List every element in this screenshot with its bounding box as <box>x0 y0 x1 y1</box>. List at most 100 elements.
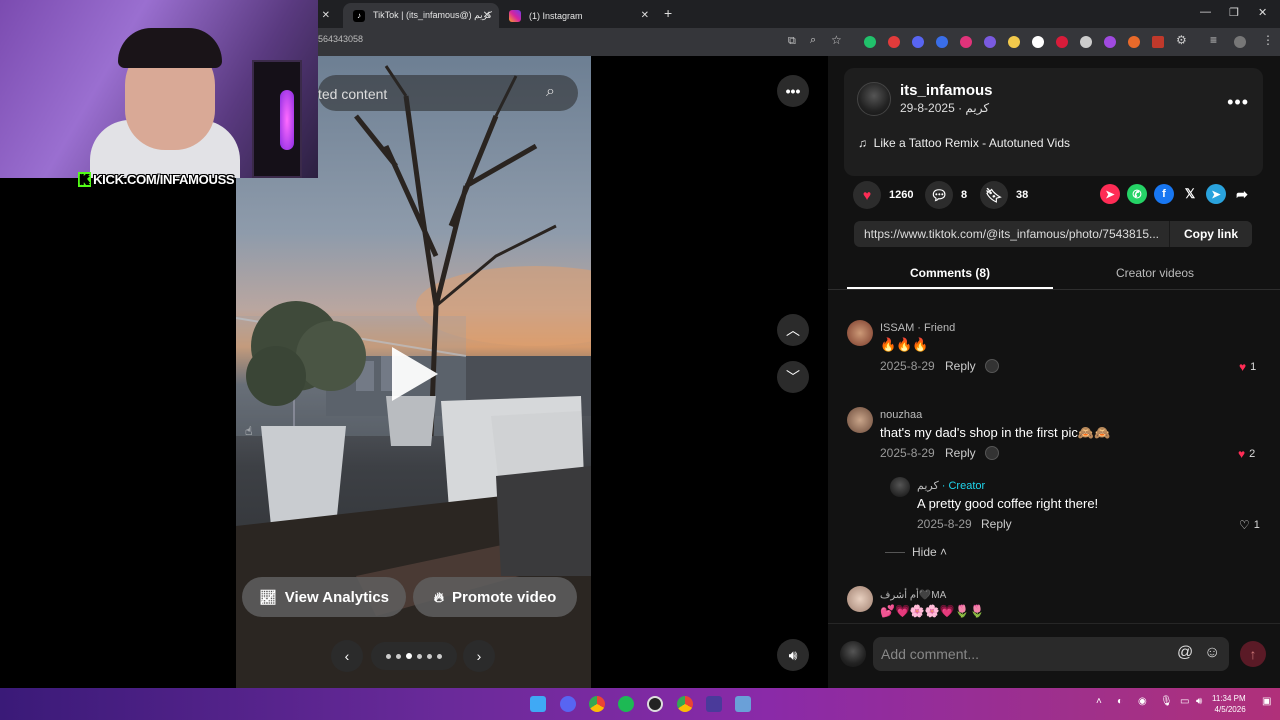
tray-network-icon[interactable]: ▭ <box>1180 696 1189 707</box>
commenter-avatar[interactable] <box>847 586 873 612</box>
extension-icon[interactable] <box>888 36 900 48</box>
extension-icon[interactable] <box>960 36 972 48</box>
like-stat[interactable]: ♥ 1260 <box>853 181 913 209</box>
tray-volume-icon[interactable]: 🔊︎ <box>1196 696 1202 707</box>
tab-tiktok[interactable]: ♪ TikTok | (its_infamous@) كريم ✕ <box>343 3 499 28</box>
heart-icon[interactable]: ♥ <box>1238 447 1245 461</box>
x-twitter-icon[interactable]: 𝕏 <box>1180 184 1200 204</box>
extension-icon[interactable] <box>1104 36 1116 48</box>
kebab-menu-icon[interactable]: ⋮ <box>1262 33 1274 47</box>
spotify-icon[interactable] <box>618 696 634 712</box>
tray-discord-icon[interactable]: ◉ <box>1138 696 1147 707</box>
tray-app-icon[interactable]: ◐ <box>1117 696 1123 707</box>
play-icon[interactable] <box>392 347 438 401</box>
reply-author[interactable]: كريم · Creator <box>917 479 985 492</box>
tab-comments[interactable]: Comments (8) <box>910 266 990 280</box>
heart-icon[interactable]: ♥ <box>853 181 881 209</box>
heart-icon[interactable]: ♥ <box>1239 360 1246 374</box>
extension-icon[interactable] <box>1056 36 1068 48</box>
comment-like[interactable]: ♥ 1 <box>1239 360 1256 374</box>
carousel-dot[interactable] <box>386 653 391 659</box>
creator-avatar[interactable] <box>890 477 910 497</box>
reading-list-icon[interactable]: ≡ <box>1210 33 1217 47</box>
carousel-dot[interactable] <box>417 653 422 659</box>
close-tab-icon[interactable]: ✕ <box>322 10 330 21</box>
windows-start-icon[interactable] <box>530 696 546 712</box>
new-tab-button[interactable]: + <box>664 5 672 21</box>
search-icon[interactable]: ⌕ <box>546 83 555 101</box>
commenter-avatar[interactable] <box>847 320 873 346</box>
extensions-puzzle-icon[interactable]: ⚙ <box>1176 33 1187 47</box>
tab-instagram[interactable]: (1) Instagram ✕ <box>499 3 657 28</box>
bookmark-icon[interactable]: 🔖︎ <box>980 181 1008 209</box>
hide-replies-button[interactable]: Hide ˄ <box>912 545 947 559</box>
comment-stat[interactable]: 💬︎ 8 <box>925 181 967 209</box>
view-analytics-button[interactable]: 📈︎ View Analytics <box>242 577 406 617</box>
notification-icon[interactable]: ▣ <box>1262 696 1271 707</box>
more-options-button[interactable]: ••• <box>777 75 809 107</box>
app-icon[interactable] <box>706 696 722 712</box>
carousel-dot[interactable] <box>437 653 442 659</box>
extension-icon[interactable] <box>936 36 948 48</box>
app-icon[interactable] <box>735 696 751 712</box>
comment-like[interactable]: ♥ 2 <box>1238 447 1255 461</box>
tab-partial[interactable]: ✕ <box>318 3 338 28</box>
promote-video-button[interactable]: 🔥︎ Promote video <box>413 577 577 617</box>
carousel-dot[interactable] <box>396 653 401 659</box>
chrome-profile-icon[interactable] <box>677 696 693 712</box>
extension-icon[interactable] <box>1080 36 1092 48</box>
obs-icon[interactable] <box>647 696 663 712</box>
commenter-avatar[interactable] <box>847 407 873 433</box>
extension-icon[interactable] <box>1032 36 1044 48</box>
extension-icon[interactable] <box>864 36 876 48</box>
carousel-dot[interactable] <box>427 653 432 659</box>
share-arrow-icon[interactable]: ➦ <box>1232 184 1252 204</box>
bookmark-star-icon[interactable]: ☆ <box>831 33 842 47</box>
tray-chevron-up-icon[interactable]: ˄ <box>1096 696 1102 707</box>
window-close-icon[interactable]: ✕ <box>1258 6 1267 19</box>
reply-button[interactable]: Reply <box>945 359 976 373</box>
comment-author[interactable]: ISSAM · Friend <box>880 322 955 334</box>
reply-button[interactable]: Reply <box>945 446 976 460</box>
send-comment-button[interactable]: ↑ <box>1240 641 1266 667</box>
profile-avatar[interactable] <box>1234 36 1246 48</box>
extension-icon[interactable] <box>912 36 924 48</box>
comment-input[interactable]: Add comment... <box>873 637 1229 671</box>
minimize-icon[interactable]: — <box>1200 6 1211 18</box>
mention-icon[interactable]: @ <box>1177 644 1193 662</box>
restore-icon[interactable]: ❐ <box>1229 6 1239 19</box>
install-icon[interactable]: ⧉ <box>788 35 796 48</box>
send-to-friends-icon[interactable]: ➤ <box>1100 184 1120 204</box>
close-tab-icon[interactable]: ✕ <box>641 10 649 21</box>
next-video-button[interactable]: ﹀ <box>777 361 809 393</box>
chrome-icon[interactable] <box>589 696 605 712</box>
share-link-text[interactable]: https://www.tiktok.com/@its_infamous/pho… <box>864 227 1169 241</box>
discord-icon[interactable] <box>560 696 576 712</box>
extension-icon[interactable] <box>1128 36 1140 48</box>
zoom-icon[interactable]: ⌕ <box>810 34 816 47</box>
comment-author[interactable]: أم أشرف🖤MA <box>880 590 946 601</box>
author-name[interactable]: its_infamous <box>900 82 993 99</box>
url-text[interactable]: 564343058 <box>318 34 363 44</box>
volume-button[interactable]: 🔊︎ <box>777 639 809 671</box>
search-bar[interactable]: ted content ⌕ <box>318 75 578 111</box>
extension-icon[interactable] <box>1152 36 1164 48</box>
prev-photo-button[interactable]: ‹ <box>331 640 363 672</box>
author-avatar[interactable] <box>857 82 891 116</box>
tray-mic-icon[interactable]: 🎙︎ <box>1160 696 1173 707</box>
facebook-icon[interactable]: f <box>1154 184 1174 204</box>
comment-bubble-icon[interactable]: 💬︎ <box>925 181 953 209</box>
whatsapp-icon[interactable]: ✆ <box>1127 184 1147 204</box>
extension-icon[interactable] <box>1008 36 1020 48</box>
music-line[interactable]: ♫ Like a Tattoo Remix - Autotuned Vids <box>858 136 1070 150</box>
heart-outline-icon[interactable]: ♡ <box>1239 518 1250 532</box>
emoji-icon[interactable]: ☺ <box>1204 644 1220 662</box>
tab-creator-videos[interactable]: Creator videos <box>1116 266 1194 280</box>
taskbar-clock[interactable]: 11:34 PM 4/5/2026 <box>1212 693 1246 715</box>
copy-link-button[interactable]: Copy link <box>1169 221 1252 247</box>
extension-icon[interactable] <box>984 36 996 48</box>
save-stat[interactable]: 🔖︎ 38 <box>980 181 1028 209</box>
reply-button[interactable]: Reply <box>981 517 1012 531</box>
close-tab-icon[interactable]: ✕ <box>483 10 491 21</box>
carousel-dot-active[interactable] <box>406 653 412 659</box>
